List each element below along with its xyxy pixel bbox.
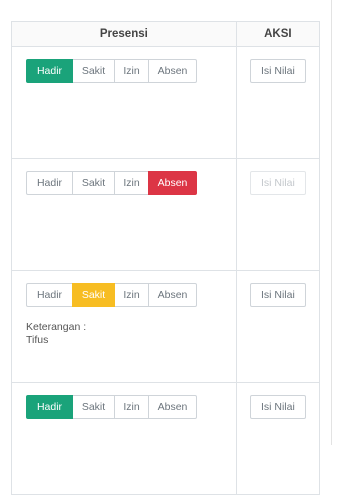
header-presensi: Presensi	[11, 21, 237, 47]
content-divider	[331, 0, 332, 445]
sakit-button[interactable]: Sakit	[72, 283, 115, 307]
table-row: Hadir Sakit Izin Absen Keterangan : Tifu…	[11, 270, 321, 383]
presensi-cell: Hadir Sakit Izin Absen Keterangan : Tifu…	[11, 270, 237, 383]
absen-button[interactable]: Absen	[148, 395, 197, 419]
attendance-toggle-group: Hadir Sakit Izin Absen	[26, 59, 197, 83]
sakit-button[interactable]: Sakit	[72, 59, 115, 83]
aksi-cell: Isi Nilai	[235, 158, 321, 271]
aksi-cell: Isi Nilai	[235, 382, 321, 495]
presensi-cell: Hadir Sakit Izin Absen	[11, 382, 237, 495]
absen-button[interactable]: Absen	[148, 171, 197, 195]
keterangan-value: Tifus	[26, 334, 49, 346]
keterangan-label: Keterangan :	[26, 321, 87, 333]
hadir-button[interactable]: Hadir	[26, 171, 73, 195]
table-header-row: Presensi AKSI	[11, 21, 321, 47]
isi-nilai-button[interactable]: Isi Nilai	[249, 395, 306, 419]
presensi-cell: Hadir Sakit Izin Absen	[11, 158, 237, 271]
hadir-button[interactable]: Hadir	[26, 283, 73, 307]
sakit-button[interactable]: Sakit	[72, 171, 115, 195]
isi-nilai-button-disabled: Isi Nilai	[249, 171, 306, 195]
hadir-button[interactable]: Hadir	[26, 59, 73, 83]
attendance-toggle-group: Hadir Sakit Izin Absen	[26, 395, 197, 419]
table-row: Hadir Sakit Izin Absen Isi Nilai	[11, 382, 321, 495]
izin-button[interactable]: Izin	[114, 395, 149, 419]
aksi-cell: Isi Nilai	[235, 270, 321, 383]
table-row: Hadir Sakit Izin Absen Isi Nilai	[11, 46, 321, 159]
aksi-cell: Isi Nilai	[235, 46, 321, 159]
attendance-toggle-group: Hadir Sakit Izin Absen	[26, 283, 197, 307]
attendance-toggle-group: Hadir Sakit Izin Absen	[26, 171, 197, 195]
presensi-cell: Hadir Sakit Izin Absen	[11, 46, 237, 159]
izin-button[interactable]: Izin	[114, 283, 149, 307]
izin-button[interactable]: Izin	[114, 59, 149, 83]
keterangan-block: Keterangan : Tifus	[26, 321, 236, 347]
table-row: Hadir Sakit Izin Absen Isi Nilai	[11, 158, 321, 271]
sakit-button[interactable]: Sakit	[72, 395, 115, 419]
absen-button[interactable]: Absen	[148, 59, 197, 83]
isi-nilai-button[interactable]: Isi Nilai	[249, 59, 306, 83]
header-aksi: AKSI	[235, 21, 321, 47]
hadir-button[interactable]: Hadir	[26, 395, 73, 419]
izin-button[interactable]: Izin	[114, 171, 149, 195]
absen-button[interactable]: Absen	[148, 283, 197, 307]
attendance-table: Presensi AKSI Hadir Sakit Izin Absen Isi…	[11, 21, 321, 495]
isi-nilai-button[interactable]: Isi Nilai	[249, 283, 306, 307]
